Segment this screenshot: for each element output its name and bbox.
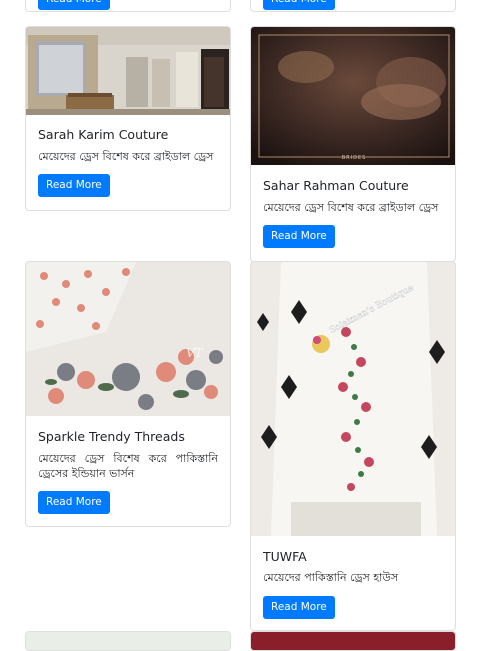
card-description: মেয়েদের ড্রেস বিশেষ করে ব্রাইডাল ড্রেস [38,150,214,163]
card-description: মেয়েদের পাকিস্তানি ড্রেস হাউস [263,571,399,584]
card-title: Sparkle Trendy Threads [38,429,185,444]
card-sparkle-trendy-threads: VT Sparkle Trendy Threads মেয়েদের ড্রেস… [25,261,231,527]
boutique-photo[interactable]: VT [26,262,230,416]
card-sarah-karim-couture: Sarah Karim Couture মেয়েদের ড্রেস বিশেষ… [25,26,231,211]
card-title: Sarah Karim Couture [38,127,169,142]
read-more-button[interactable]: Read More [263,225,335,248]
boutique-photo[interactable]: BRIDES [251,27,455,165]
boutique-photo[interactable] [26,27,230,115]
card-title: TUWFA [263,549,307,564]
card-description: মেয়েদের ড্রেস বিশেষ করে পাকিস্তানি ড্রে… [38,452,218,480]
card-partial-bottom-right [250,631,456,651]
boutique-photo[interactable]: Solaiman's Boutique [251,262,455,536]
read-more-button[interactable]: Read More [263,0,335,10]
read-more-button[interactable]: Read More [38,174,110,197]
read-more-button[interactable]: Read More [38,0,110,10]
card-partial-top-right: Read More [250,0,456,12]
card-partial-bottom-left [25,631,231,651]
svg-text:VT: VT [186,346,204,360]
card-partial-top-left: Read More [25,0,231,12]
image-caption: BRIDES [342,155,367,161]
card-description: মেয়েদের ড্রেস বিশেষ করে ব্রাইডাল ড্রেস [263,201,439,214]
read-more-button[interactable]: Read More [38,491,110,514]
card-sahar-rahman-couture: BRIDES Sahar Rahman Couture মেয়েদের ড্র… [250,26,456,262]
card-tuwfa: Solaiman's Boutique TUWFA মেয়েদের পাকিস… [250,261,456,631]
card-title: Sahar Rahman Couture [263,178,409,193]
read-more-button[interactable]: Read More [263,596,335,619]
